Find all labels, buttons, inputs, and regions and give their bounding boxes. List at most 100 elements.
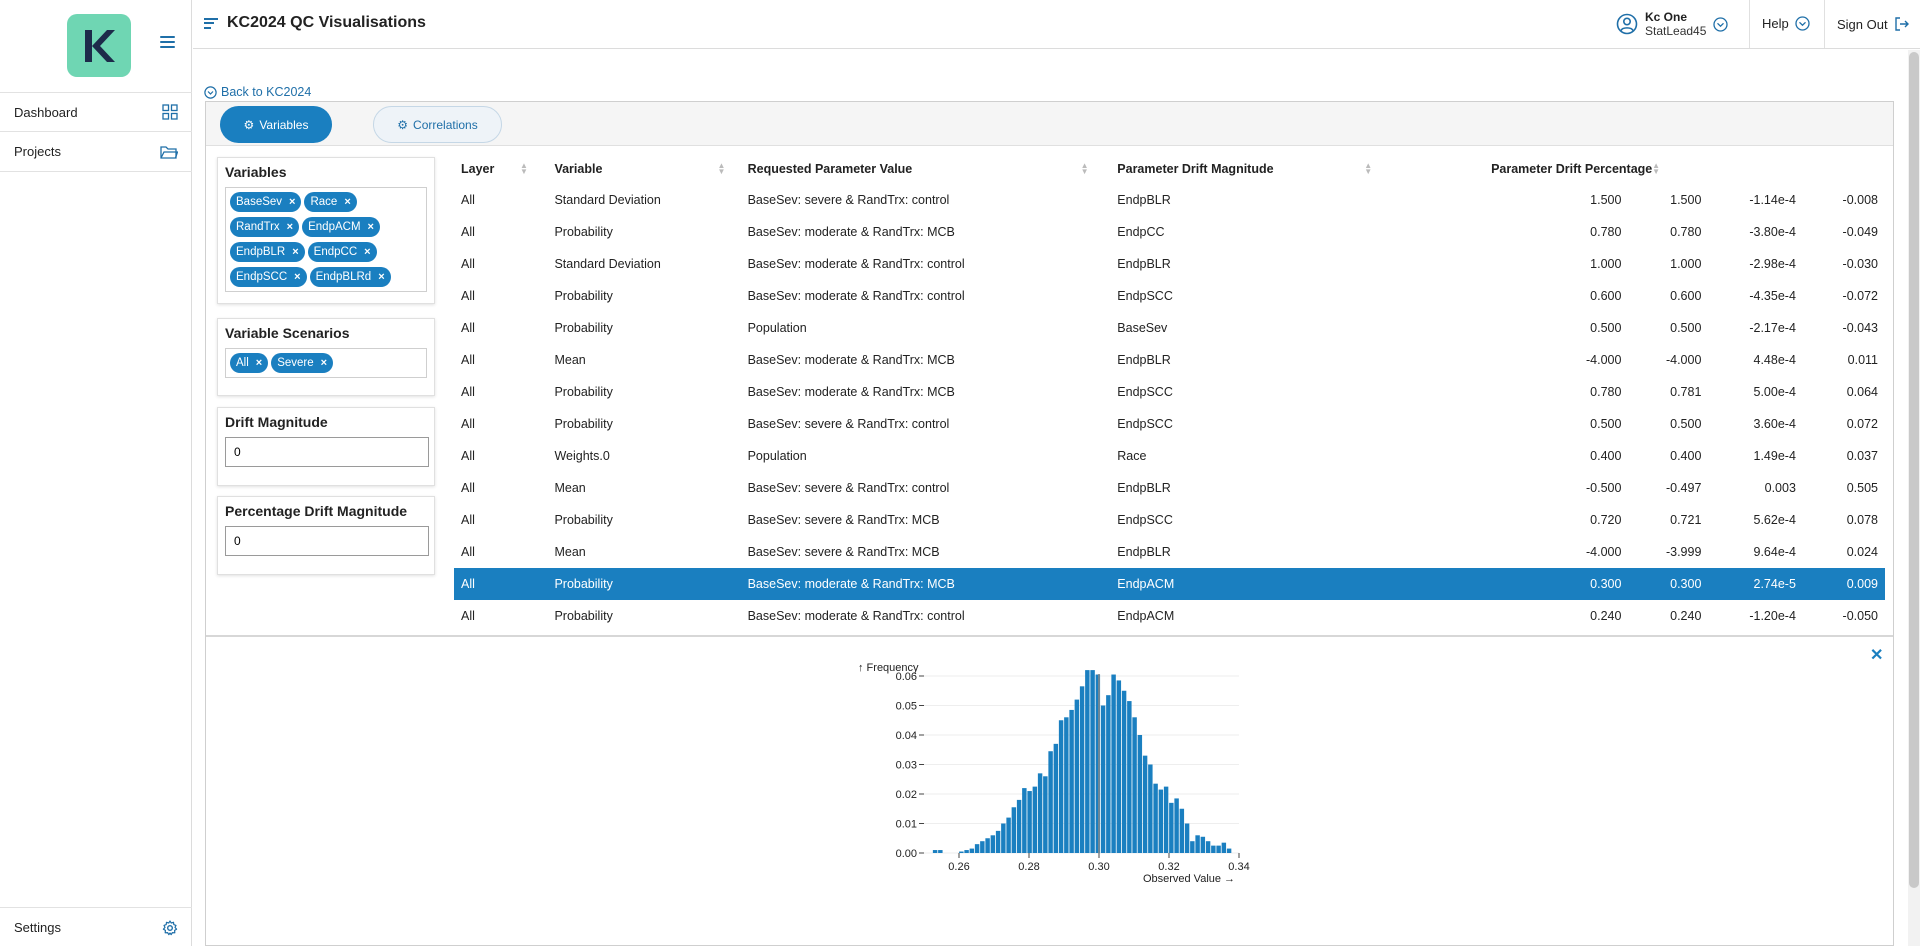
sign-out-label: Sign Out [1837,16,1888,32]
histogram-bar [1190,841,1195,853]
top-header: KC2024 QC Visualisations Kc One StatLead… [193,0,1920,49]
app-logo[interactable] [67,14,131,77]
drift-magnitude-input[interactable] [225,437,429,467]
filter-chip[interactable]: EndpBLR × [230,242,305,262]
chip-remove-icon[interactable]: × [256,357,262,369]
histogram-bar [1016,799,1022,853]
table-cell: 4.48e-4 [1753,353,1796,367]
table-row[interactable]: All Probability BaseSev: severe & RandTrx:… [454,504,1885,536]
table-cell: -3.80e-4 [1749,225,1796,239]
x-tick-label: 0.26 [948,861,969,873]
table-row[interactable]: All Mean BaseSev: moderate & RandTrx: MCB E… [454,344,1885,376]
column-header-variable[interactable]: Variable ▲ ▼ [547,154,740,184]
table-header-row: Layer ▲ ▼ Variable ▲ ▼ Requested Parameter V… [454,154,1885,184]
sidebar-item-dashboard[interactable]: Dashboard [0,92,192,132]
sidebar-toggle-icon[interactable] [160,36,175,48]
scenarios-chip-input[interactable]: All × Severe × [225,348,427,378]
chip-remove-icon[interactable]: × [287,221,293,233]
table-row[interactable]: All Probability BaseSev: moderate & RandTr… [454,216,1885,248]
chip-remove-icon[interactable]: × [294,271,300,283]
table-cell: Weights.0 [554,449,610,463]
histogram-bar [974,844,980,853]
table-cell: -0.497 [1665,481,1702,495]
table-cell: -4.35e-4 [1749,289,1796,303]
chip-remove-icon[interactable]: × [368,221,374,233]
histogram-bar [1001,823,1006,853]
chip-remove-icon[interactable]: × [364,246,370,258]
table-cell: EndpBLR [1117,545,1171,559]
chip-remove-icon[interactable]: × [378,271,384,283]
sidebar-item-label: Projects [14,144,61,159]
table-row[interactable]: All Standard Deviation BaseSev: moderate &… [454,248,1885,280]
close-icon[interactable]: ✕ [1870,645,1883,665]
table-cell: Probability [554,385,613,399]
table-row[interactable]: All Probability BaseSev: severe & RandTrx:… [454,408,1885,440]
table-row[interactable]: All Probability Population BaseSev 0.500 0.50… [454,312,1885,344]
table-cell: 0.009 [1802,568,1885,600]
filter-chip[interactable]: All × [230,353,269,373]
filter-chip[interactable]: RandTrx × [230,217,300,237]
table-row[interactable]: All Mean BaseSev: severe & RandTrx: MCB End… [454,536,1885,568]
chip-remove-icon[interactable]: × [292,246,298,258]
chevron-down-circle-icon [1713,16,1729,32]
tab-variables[interactable]: ⚙ Variables [220,106,332,143]
histogram-bar [959,851,964,853]
column-header-drift-magnitude[interactable]: Parameter Drift Magnitude ▲ ▼ [1110,154,1375,184]
tab-correlations[interactable]: ⚙ Correlations [373,106,502,143]
percentage-drift-input[interactable] [225,526,429,556]
table-row[interactable]: All Probability BaseSev: moderate & RandTr… [454,376,1885,408]
column-header-drift-percentage[interactable]: Parameter Drift Percentage ▲ ▼ [1375,154,1885,184]
table-cell: BaseSev: severe & RandTrx: control [747,193,950,207]
filter-chip[interactable]: Race × [304,192,357,212]
table-row[interactable]: All Weights.0 Population Race 0.400 0.400 1.49… [454,440,1885,472]
table-cell: -1.14e-4 [1749,193,1796,207]
chip-remove-icon[interactable]: × [289,196,295,208]
tab-label: Correlations [413,117,478,132]
sidebar-item-projects[interactable]: Projects [0,132,192,172]
table-row[interactable]: All Probability BaseSev: moderate & RandTr… [454,280,1885,312]
chip-remove-icon[interactable]: × [321,357,327,369]
table-row[interactable]: All Probability BaseSev: moderate & RandTr… [454,600,1885,632]
menu-lines-icon[interactable] [204,17,218,29]
column-header-requested-value[interactable]: Requested Parameter Value ▲ ▼ [741,154,1111,184]
chip-remove-icon[interactable]: × [344,196,350,208]
filter-chip[interactable]: EndpBLRd × [309,267,391,287]
table-cell: 0.064 [1846,385,1878,399]
chip-label: BaseSev [236,196,283,208]
page-scrollbar-thumb[interactable] [1909,52,1919,888]
filter-chip[interactable]: EndpCC × [307,242,377,262]
table-cell: BaseSev: moderate & RandTrx: MCB [747,385,955,399]
table-cell: EndpSCC [1117,513,1173,527]
filter-chip[interactable]: EndpACM × [302,217,380,237]
y-tick-label: 0.03 [896,760,917,772]
table-cell: All [461,513,475,527]
chip-label: EndpACM [308,221,361,233]
sidebar-item-settings[interactable]: Settings [0,907,192,946]
user-avatar-icon [1616,13,1638,35]
table-cell: 0.505 [1846,481,1878,495]
table-cell: 0.300 [1375,568,1629,600]
filter-chip[interactable]: Severe × [271,353,334,373]
table-cell: Probability [554,321,613,335]
header-divider [1749,0,1750,48]
sign-out-button[interactable]: Sign Out [1837,16,1910,32]
tab-label: Variables [259,117,309,132]
table-cell: 0.011 [1847,353,1878,367]
user-menu[interactable]: Kc One StatLead45 [1616,10,1729,38]
chip-label: All [236,357,249,369]
variables-chip-input[interactable]: BaseSev × Race × RandTrx × EndpACM × EndpBLR × End… [225,187,427,292]
filter-chip[interactable]: BaseSev × [230,192,302,212]
help-button[interactable]: Help [1762,16,1810,31]
table-row[interactable]: All Probability BaseSev: moderate & RandTr… [454,568,1885,600]
histogram-bar [1106,695,1111,853]
histogram-bar [1132,717,1137,853]
chip-label: EndpCC [313,246,358,258]
column-header-layer[interactable]: Layer ▲ ▼ [454,154,547,184]
filter-chip[interactable]: EndpSCC × [230,267,307,287]
table-row[interactable]: All Standard Deviation BaseSev: severe & R… [454,184,1885,216]
back-link[interactable]: Back to KC2024 [204,85,311,99]
table-cell: All [461,449,475,463]
sort-icon: ▲ ▼ [520,161,528,176]
histogram-bar [1027,791,1032,853]
table-row[interactable]: All Mean BaseSev: severe & RandTrx: contro… [454,472,1885,504]
